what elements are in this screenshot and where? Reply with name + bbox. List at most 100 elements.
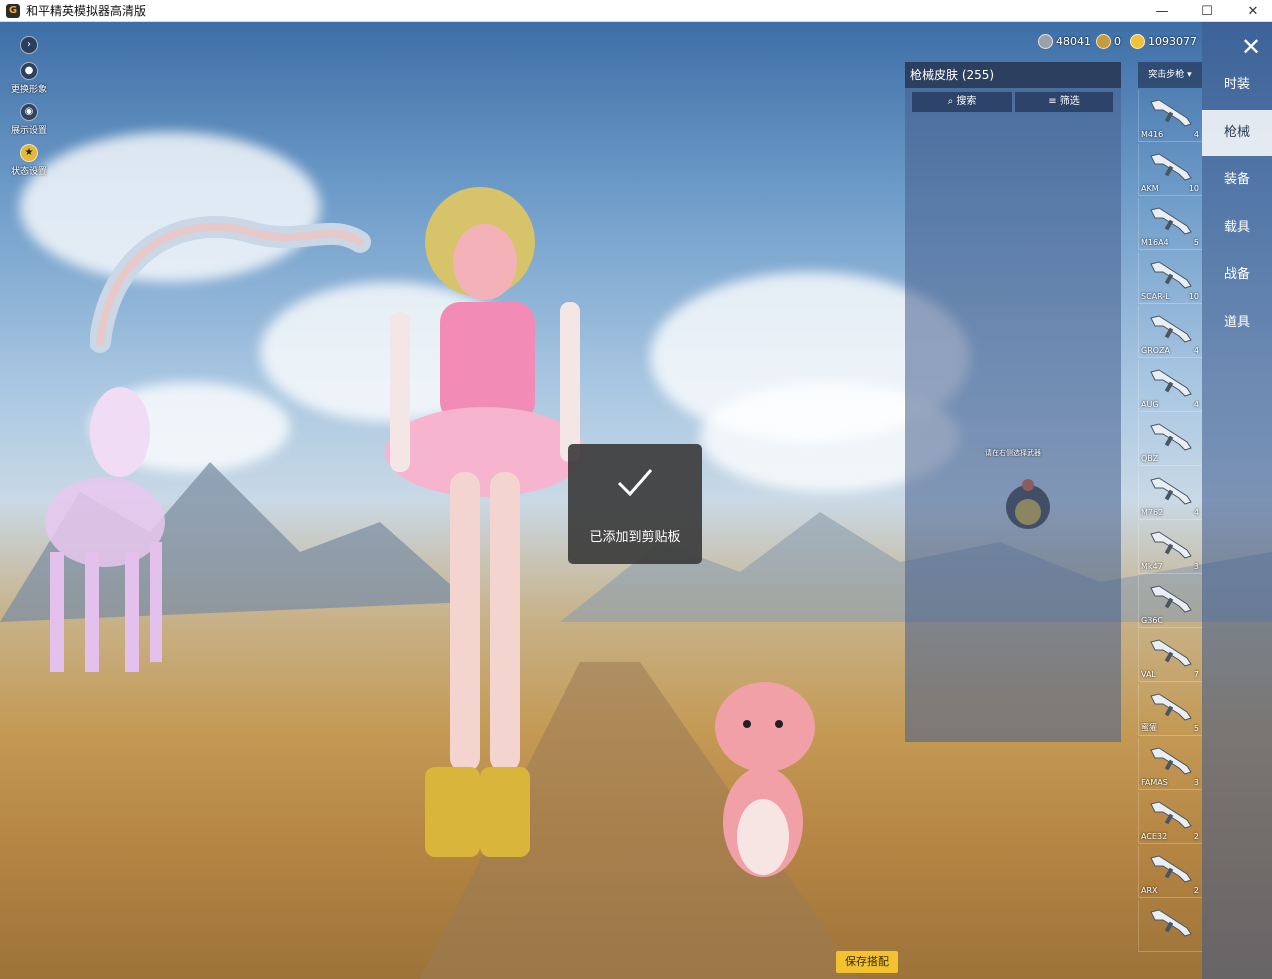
gun-name: ARX: [1141, 886, 1158, 895]
gun-item[interactable]: ACE32 2: [1138, 792, 1202, 844]
gun-name: Mk47: [1141, 562, 1163, 571]
coupon-coin-icon: [1130, 34, 1145, 49]
silver-amount: 48041: [1056, 35, 1091, 48]
gun-item[interactable]: FAMAS 3: [1138, 738, 1202, 790]
gun-item[interactable]: GROZA 4: [1138, 306, 1202, 358]
rifle-icon: [1150, 747, 1192, 775]
rifle-icon: [1150, 531, 1192, 559]
nav-tab[interactable]: 载具: [1202, 205, 1272, 251]
skin-search-label: 搜索: [956, 96, 977, 107]
rifle-icon: [1150, 855, 1192, 883]
coupon-amount: 1093077: [1148, 35, 1197, 48]
gun-name: FAMAS: [1141, 778, 1168, 787]
gun-skin-count: 7: [1193, 670, 1199, 679]
nav-tab[interactable]: 道具: [1202, 300, 1272, 346]
gun-item[interactable]: QBZ: [1138, 414, 1202, 466]
silver-coin-icon: [1038, 34, 1053, 49]
expand-menu-button[interactable]: ›: [6, 36, 52, 54]
gun-skin-count: 4: [1193, 400, 1199, 409]
gun-item[interactable]: VAL 7: [1138, 630, 1202, 682]
rifle-icon: [1150, 423, 1192, 451]
gun-name: M416: [1141, 130, 1164, 139]
gun-item[interactable]: Mk47 3: [1138, 522, 1202, 574]
skin-filter-label: 筛选: [1059, 96, 1080, 107]
gun-item[interactable]: 蜜獾 5: [1138, 684, 1202, 736]
gun-skin-count: 5: [1193, 724, 1199, 733]
chevron-down-icon: ▾: [1184, 70, 1192, 80]
window-titlebar: G 和平精英模拟器高清版 — ☐ ✕: [0, 0, 1272, 22]
nav-tab[interactable]: 枪械: [1202, 109, 1272, 156]
gun-item[interactable]: [1138, 900, 1202, 952]
gun-name: M762: [1141, 508, 1164, 517]
gun-name: 蜜獾: [1141, 723, 1157, 732]
pink-beaver-pet: [715, 682, 815, 877]
gun-item[interactable]: SCAR-L 10: [1138, 252, 1202, 304]
checkmark-icon: [617, 469, 653, 497]
weapon-category-select[interactable]: 突击步枪 ▾: [1138, 62, 1202, 88]
rifle-icon: [1150, 639, 1192, 667]
gun-list: M416 4 AKM 10 M16A4 5 SCAR-L 10 GROZA 4 AUG 4 QBZ M76…: [1138, 90, 1202, 979]
gun-name: QBZ: [1141, 454, 1159, 463]
display-settings-button[interactable]: ◉ 展示设置: [6, 103, 52, 136]
gun-skin-count: 2: [1193, 832, 1199, 841]
gun-skin-count: 4: [1193, 508, 1199, 517]
gun-skin-count: 4: [1193, 130, 1199, 139]
gun-skin-count: 3: [1193, 562, 1199, 571]
gun-name: G36C: [1141, 616, 1163, 625]
nav-tab[interactable]: 装备: [1202, 157, 1272, 203]
gun-item[interactable]: M16A4 5: [1138, 198, 1202, 250]
skin-filter-button[interactable]: ≡ 筛选: [1015, 92, 1113, 112]
gun-item[interactable]: AUG 4: [1138, 360, 1202, 412]
gun-item[interactable]: M762 4: [1138, 468, 1202, 520]
filter-icon: ≡: [1048, 96, 1060, 107]
gun-name: VAL: [1141, 670, 1156, 679]
nav-tab[interactable]: 时装: [1202, 62, 1272, 108]
close-icon[interactable]: ✕: [1241, 33, 1261, 61]
rifle-icon: [1150, 585, 1192, 613]
gold-amount: 0: [1114, 35, 1121, 48]
toast-message: 已添加到剪贴板: [589, 530, 681, 545]
display-settings-label: 展示设置: [10, 126, 47, 136]
eye-icon: ◉: [20, 103, 38, 121]
maximize-button[interactable]: ☐: [1184, 0, 1230, 22]
gun-name: AUG: [1141, 400, 1159, 409]
gun-item[interactable]: AKM 10: [1138, 144, 1202, 196]
gun-item[interactable]: M416 4: [1138, 90, 1202, 142]
close-window-button[interactable]: ✕: [1230, 0, 1272, 22]
rifle-icon: [1150, 801, 1192, 829]
rifle-icon: [1150, 369, 1192, 397]
gun-name: AKM: [1141, 184, 1159, 193]
gun-item[interactable]: G36C: [1138, 576, 1202, 628]
rifle-icon: [1150, 477, 1192, 505]
clipboard-toast: 已添加到剪贴板: [568, 444, 702, 564]
gun-name: M16A4: [1141, 238, 1169, 247]
coupon-currency: 1093077: [1130, 34, 1197, 49]
gun-item[interactable]: ARX 2: [1138, 846, 1202, 898]
save-outfit-button[interactable]: 保存搭配: [836, 951, 898, 973]
status-settings-button[interactable]: ★ 状态设置: [6, 144, 52, 177]
rifle-icon: [1150, 909, 1192, 937]
badge-icon: ★: [20, 144, 38, 162]
gun-skin-count: 10: [1188, 184, 1199, 193]
nav-tab[interactable]: 战备: [1202, 252, 1272, 298]
skin-panel: [905, 62, 1121, 742]
minimize-button[interactable]: —: [1139, 0, 1185, 22]
change-avatar-button[interactable]: ● 更换形象: [6, 62, 52, 95]
weapon-hint: 请在右侧选择武器: [985, 449, 1041, 457]
gun-name: GROZA: [1141, 346, 1171, 355]
gun-skin-count: 5: [1193, 238, 1199, 247]
silver-currency: 48041: [1038, 34, 1091, 49]
weapon-category-value: 突击步枪: [1148, 70, 1185, 80]
rifle-icon: [1150, 261, 1192, 289]
change-avatar-label: 更换形象: [10, 85, 47, 95]
skin-search-button[interactable]: ⌕ 搜索: [912, 92, 1012, 112]
rifle-icon: [1150, 99, 1192, 127]
rifle-icon: [1150, 207, 1192, 235]
gun-skin-count: 2: [1193, 886, 1199, 895]
gun-skin-count: 10: [1188, 292, 1199, 301]
rifle-icon: [1150, 315, 1192, 343]
status-settings-label: 状态设置: [10, 167, 47, 177]
crystal-unicorn-figure: [45, 387, 165, 672]
gun-skin-count: 4: [1193, 346, 1199, 355]
gun-name: SCAR-L: [1141, 292, 1170, 301]
